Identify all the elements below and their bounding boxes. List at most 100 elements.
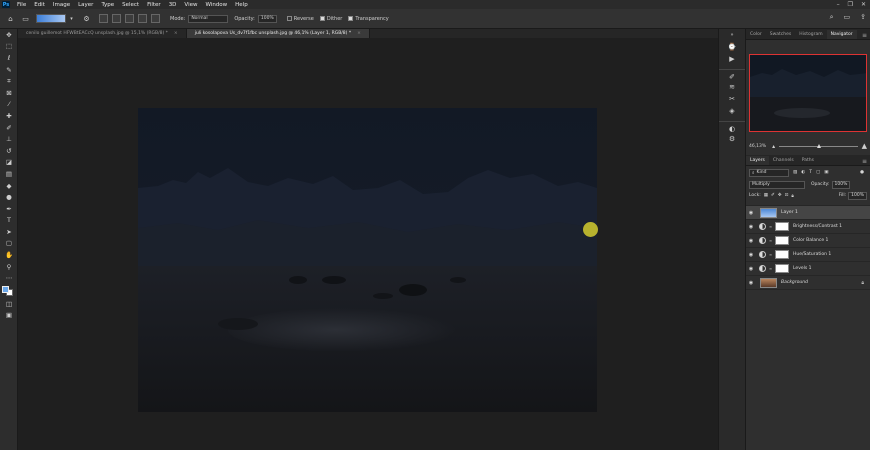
gradient-settings-icon[interactable]: ⚙	[82, 14, 91, 23]
layer-row-layer-1[interactable]: ◉ Layer 1	[746, 206, 870, 220]
filter-pixel-icon[interactable]: ▨	[793, 170, 797, 175]
visibility-eye-icon[interactable]: ◉	[746, 252, 756, 258]
eyedropper-tool-icon[interactable]: ⁄	[0, 99, 18, 111]
menu-help[interactable]: Help	[231, 2, 252, 8]
angle-gradient-button[interactable]	[125, 14, 134, 23]
layer-row-background[interactable]: ◉ Background 🔒︎	[746, 276, 870, 290]
maximize-button[interactable]: ❐	[848, 1, 853, 8]
menu-file[interactable]: File	[13, 2, 30, 8]
home-icon[interactable]: ⌂	[6, 14, 15, 23]
filter-smart-object-icon[interactable]: ▣	[824, 170, 828, 175]
quick-select-tool-icon[interactable]: ✎	[0, 64, 18, 76]
layer-mask-thumbnail[interactable]	[775, 236, 789, 245]
zoom-tool-icon[interactable]: ⚲	[0, 261, 18, 273]
radial-gradient-button[interactable]	[112, 14, 121, 23]
lock-position-icon[interactable]: ✥	[778, 193, 782, 198]
document-tab[interactable]: cenilo guillemot HFWBtEACcQ unsplash.jpg…	[18, 29, 187, 38]
visibility-eye-icon[interactable]: ◉	[746, 266, 756, 272]
transparency-checkbox[interactable]	[348, 16, 354, 21]
lock-all-icon[interactable]: 🔒︎	[791, 193, 793, 199]
3d-icon[interactable]: ◈	[719, 105, 745, 117]
tab-layers[interactable]: Layers	[746, 156, 769, 165]
visibility-eye-icon[interactable]: ◉	[746, 210, 756, 216]
document-canvas[interactable]	[138, 108, 597, 412]
dodge-tool-icon[interactable]: ●	[0, 191, 18, 203]
collapse-panels-icon[interactable]: »	[719, 29, 745, 41]
zoom-slider-knob[interactable]	[816, 143, 821, 148]
panel-menu-icon[interactable]: ≡	[862, 32, 867, 39]
healing-brush-tool-icon[interactable]: ✚	[0, 110, 18, 122]
lock-image-icon[interactable]: ✐	[771, 193, 775, 198]
menu-type[interactable]: Type	[97, 2, 118, 8]
layer-row-color-balance[interactable]: ◉ ∞ Color Balance 1	[746, 234, 870, 248]
menu-select[interactable]: Select	[118, 2, 143, 8]
move-tool-icon[interactable]: ✥	[0, 29, 18, 41]
tab-channels[interactable]: Channels	[769, 156, 798, 165]
quick-mask-icon[interactable]: ◫	[0, 298, 18, 310]
visibility-eye-icon[interactable]: ◉	[746, 280, 756, 286]
reflected-gradient-button[interactable]	[138, 14, 147, 23]
blur-tool-icon[interactable]: ◆	[0, 180, 18, 192]
dither-checkbox[interactable]	[319, 16, 325, 21]
brushes-icon[interactable]: ✐	[719, 69, 745, 81]
menu-image[interactable]: Image	[49, 2, 74, 8]
layers-menu-icon[interactable]: ≡	[862, 158, 867, 165]
search-icon[interactable]: ⌕	[830, 13, 834, 22]
lock-artboard-icon[interactable]: ⊡	[785, 193, 789, 198]
menu-3d[interactable]: 3D	[165, 2, 181, 8]
reverse-checkbox[interactable]	[286, 16, 292, 21]
tab-histogram[interactable]: Histogram	[795, 30, 826, 39]
screen-mode-icon[interactable]: ▣	[0, 310, 18, 322]
lock-transparent-icon[interactable]: ▦	[764, 193, 768, 198]
brush-tool-icon[interactable]: ✐	[0, 122, 18, 134]
path-selection-tool-icon[interactable]: ➤	[0, 226, 18, 238]
frame-tool-icon[interactable]: ⊠	[0, 87, 18, 99]
marquee-tool-icon[interactable]: ⬚	[0, 41, 18, 53]
menu-filter[interactable]: Filter	[143, 2, 165, 8]
actions-icon[interactable]: ▶	[719, 53, 745, 65]
tab-navigator[interactable]: Navigator	[826, 30, 857, 39]
minimize-button[interactable]: –	[837, 1, 840, 8]
close-tab-icon[interactable]: ×	[174, 31, 178, 36]
close-button[interactable]: ✕	[861, 1, 866, 8]
adjustments-icon[interactable]: ◐	[719, 121, 745, 133]
tool-presets-icon[interactable]: ✂	[719, 93, 745, 105]
lasso-tool-icon[interactable]: ℓ	[0, 52, 18, 64]
more-tools-icon[interactable]: ⋯	[0, 272, 18, 284]
layer-row-levels[interactable]: ◉ ∞ Levels 1	[746, 262, 870, 276]
menu-edit[interactable]: Edit	[30, 2, 49, 8]
menu-view[interactable]: View	[180, 2, 201, 8]
properties-icon[interactable]: ⚙	[719, 133, 745, 145]
clone-stamp-tool-icon[interactable]: ⊥	[0, 133, 18, 145]
filter-adjustment-icon[interactable]: ◐	[801, 170, 805, 175]
close-tab-icon[interactable]: ×	[357, 31, 361, 36]
fill-field[interactable]: 100%	[848, 191, 867, 200]
share-icon[interactable]: ⇪	[860, 13, 866, 22]
zoom-value[interactable]: 46,13%	[749, 144, 766, 149]
brush-settings-icon[interactable]: ≋	[719, 81, 745, 93]
gradient-tool-icon[interactable]: ▤	[0, 168, 18, 180]
filter-type-icon[interactable]: T	[809, 170, 812, 175]
filter-toggle-icon[interactable]: ●	[860, 170, 864, 175]
foreground-color-swatch[interactable]	[2, 286, 9, 294]
layer-row-brightness-contrast[interactable]: ◉ ∞ Brightness/Contrast 1	[746, 220, 870, 234]
crop-tool-icon[interactable]: ⌗	[0, 75, 18, 87]
workspace-icon[interactable]: ▭	[844, 13, 851, 22]
menu-layer[interactable]: Layer	[74, 2, 97, 8]
pen-tool-icon[interactable]: ✒	[0, 203, 18, 215]
tab-swatches[interactable]: Swatches	[766, 30, 796, 39]
zoom-out-icon[interactable]: ▴	[772, 143, 775, 150]
history-brush-tool-icon[interactable]: ↺	[0, 145, 18, 157]
eraser-tool-icon[interactable]: ◪	[0, 157, 18, 169]
shape-tool-icon[interactable]: ▢	[0, 238, 18, 250]
visibility-eye-icon[interactable]: ◉	[746, 238, 756, 244]
kind-filter-select[interactable]: ⌕ Kind	[749, 168, 789, 177]
layer-mask-thumbnail[interactable]	[775, 250, 789, 259]
lock-icon[interactable]: 🔒︎	[861, 280, 864, 286]
navigator-preview[interactable]	[749, 54, 867, 132]
gradient-tool-preset-icon[interactable]: ▭	[21, 14, 30, 23]
tab-paths[interactable]: Paths	[798, 156, 818, 165]
chevron-down-icon[interactable]: ▾	[67, 14, 76, 23]
mode-select[interactable]: Normal	[188, 14, 229, 23]
tab-color[interactable]: Color	[746, 30, 766, 39]
